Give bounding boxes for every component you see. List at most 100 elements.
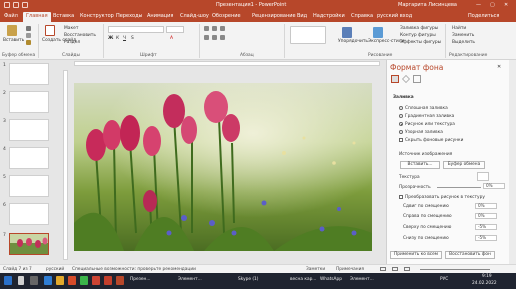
insert-picture-button[interactable]: Вставить... [400, 161, 440, 169]
tile-checkbox[interactable] [399, 195, 403, 199]
bold-icon[interactable]: Ж [108, 36, 113, 41]
shape-fill-button[interactable]: Заливка фигуры [400, 26, 438, 31]
task-view-icon[interactable] [30, 276, 38, 285]
radio-gradient-fill[interactable] [399, 114, 403, 118]
slide-thumbnail[interactable] [9, 147, 49, 169]
comments-button[interactable]: Примечания [336, 267, 364, 272]
taskbar-item-skype[interactable]: Skype (1) [238, 277, 258, 282]
offset-right-field[interactable]: 0% [475, 213, 497, 219]
paste-button[interactable]: Вставить [3, 38, 24, 43]
save-icon[interactable] [4, 2, 10, 8]
transparency-slider[interactable] [437, 187, 481, 188]
arrange-button[interactable]: Упорядочить [338, 39, 368, 44]
start-icon[interactable] [4, 276, 12, 285]
redo-icon[interactable] [22, 2, 28, 8]
taskbar-item-spring[interactable]: весна кар... [290, 277, 316, 282]
shape-outline-button[interactable]: Контур фигуры [400, 33, 436, 38]
radio-solid-fill[interactable] [399, 106, 403, 110]
language-indicator[interactable]: русский [46, 267, 64, 272]
app-icon[interactable] [92, 276, 100, 285]
taskbar-item-whatsapp[interactable]: WhatsApp [320, 277, 342, 282]
font-name-field[interactable] [108, 26, 164, 33]
search-icon[interactable] [18, 276, 24, 285]
tab-addins[interactable]: Надстройки [313, 13, 345, 19]
pane-scrollbar[interactable] [509, 60, 516, 264]
tab-review[interactable]: Обозрение [212, 13, 241, 19]
numbering-icon[interactable] [212, 26, 217, 31]
font-color-icon[interactable]: A [170, 36, 173, 41]
close-icon[interactable]: ✕ [504, 2, 508, 8]
underline-icon[interactable]: Ч [123, 36, 126, 41]
layout-button[interactable]: Макет [64, 26, 78, 31]
taskbar-item-element-2[interactable]: Элемент... [350, 277, 374, 282]
user-name[interactable]: Маргарита Лисинцева [398, 2, 457, 8]
texture-picker[interactable] [477, 172, 489, 181]
slide-canvas[interactable] [74, 83, 372, 251]
tab-help[interactable]: Справка [351, 13, 373, 19]
clock-date[interactable]: 24.02.2022 [472, 281, 497, 286]
sorter-view-icon[interactable] [392, 267, 398, 271]
clipboard-button[interactable]: Буфер обмена [443, 161, 485, 169]
indent-icon[interactable] [220, 26, 225, 31]
normal-view-icon[interactable] [380, 267, 386, 271]
quick-styles-button[interactable]: Экспресс-стили [368, 39, 404, 44]
fill-category-icon[interactable] [391, 75, 399, 83]
picture-category-icon[interactable] [413, 75, 421, 83]
app-icon[interactable] [80, 276, 88, 285]
quick-styles-icon[interactable] [373, 27, 383, 38]
zoom-slider[interactable] [420, 269, 490, 270]
select-button[interactable]: Выделить [452, 40, 475, 45]
tab-animation[interactable]: Анимация [147, 13, 173, 19]
close-pane-icon[interactable]: ✕ [497, 64, 501, 70]
reading-view-icon[interactable] [404, 267, 410, 271]
keyboard-language[interactable]: РУС [440, 277, 448, 282]
align-left-icon[interactable] [204, 35, 209, 40]
slide-thumbnail[interactable] [9, 119, 49, 141]
tab-slideshow[interactable]: Слайд-шоу [180, 13, 209, 19]
slide-thumbnail[interactable] [9, 203, 49, 225]
offset-left-field[interactable]: 0% [475, 203, 497, 209]
clock-time[interactable]: 9:19 [482, 274, 492, 279]
taskbar-item-powerpoint[interactable]: Презен... [130, 277, 150, 282]
radio-picture-fill[interactable] [399, 122, 403, 126]
reset-background-button[interactable]: Восстановить фон [445, 251, 495, 259]
tab-transitions[interactable]: Переходы [116, 13, 143, 19]
shapes-gallery[interactable] [290, 26, 326, 44]
radio-pattern-fill[interactable] [399, 130, 403, 134]
taskbar-item-element[interactable]: Элемент... [178, 277, 202, 282]
app-icon[interactable] [44, 276, 52, 285]
apply-to-all-button[interactable]: Применить ко всем [390, 251, 442, 259]
fill-section-header[interactable]: Заливка [393, 95, 414, 100]
browser-icon[interactable] [68, 276, 76, 285]
shape-effects-button[interactable]: Эффекты фигуры [400, 40, 441, 45]
app-icon[interactable] [104, 276, 112, 285]
tab-insert[interactable]: Вставка [53, 13, 74, 19]
italic-icon[interactable]: К [116, 36, 119, 41]
hide-background-checkbox[interactable] [399, 138, 403, 142]
slide-thumbnail[interactable] [9, 91, 49, 113]
offset-bottom-field[interactable]: -5% [475, 235, 497, 241]
tab-view[interactable]: Вид [297, 13, 307, 19]
find-button[interactable]: Найти [452, 26, 466, 31]
powerpoint-icon[interactable] [116, 276, 124, 285]
effects-category-icon[interactable] [402, 75, 410, 83]
paste-icon[interactable] [7, 25, 17, 36]
font-size-field[interactable] [166, 26, 184, 33]
align-right-icon[interactable] [220, 35, 225, 40]
slide-thumbnail[interactable] [9, 175, 49, 197]
copy-icon[interactable] [26, 33, 31, 38]
notes-button[interactable]: Заметки [306, 267, 325, 272]
undo-icon[interactable] [13, 2, 19, 8]
tab-reviewing[interactable]: Рецензирование [252, 13, 296, 19]
offset-top-field[interactable]: -5% [475, 224, 497, 230]
folder-icon[interactable] [56, 276, 64, 285]
format-painter-icon[interactable] [26, 40, 31, 45]
tab-share[interactable]: Поделиться [468, 13, 499, 19]
slide-thumbnail-selected[interactable] [9, 233, 49, 255]
arrange-icon[interactable] [342, 27, 352, 38]
tab-russian-input[interactable]: русский вход [377, 13, 412, 19]
tab-home[interactable]: Главная [23, 12, 51, 22]
maximize-icon[interactable]: ▢ [490, 2, 495, 8]
tab-design[interactable]: Конструктор [80, 13, 114, 19]
slide-thumbnail[interactable] [9, 63, 49, 85]
